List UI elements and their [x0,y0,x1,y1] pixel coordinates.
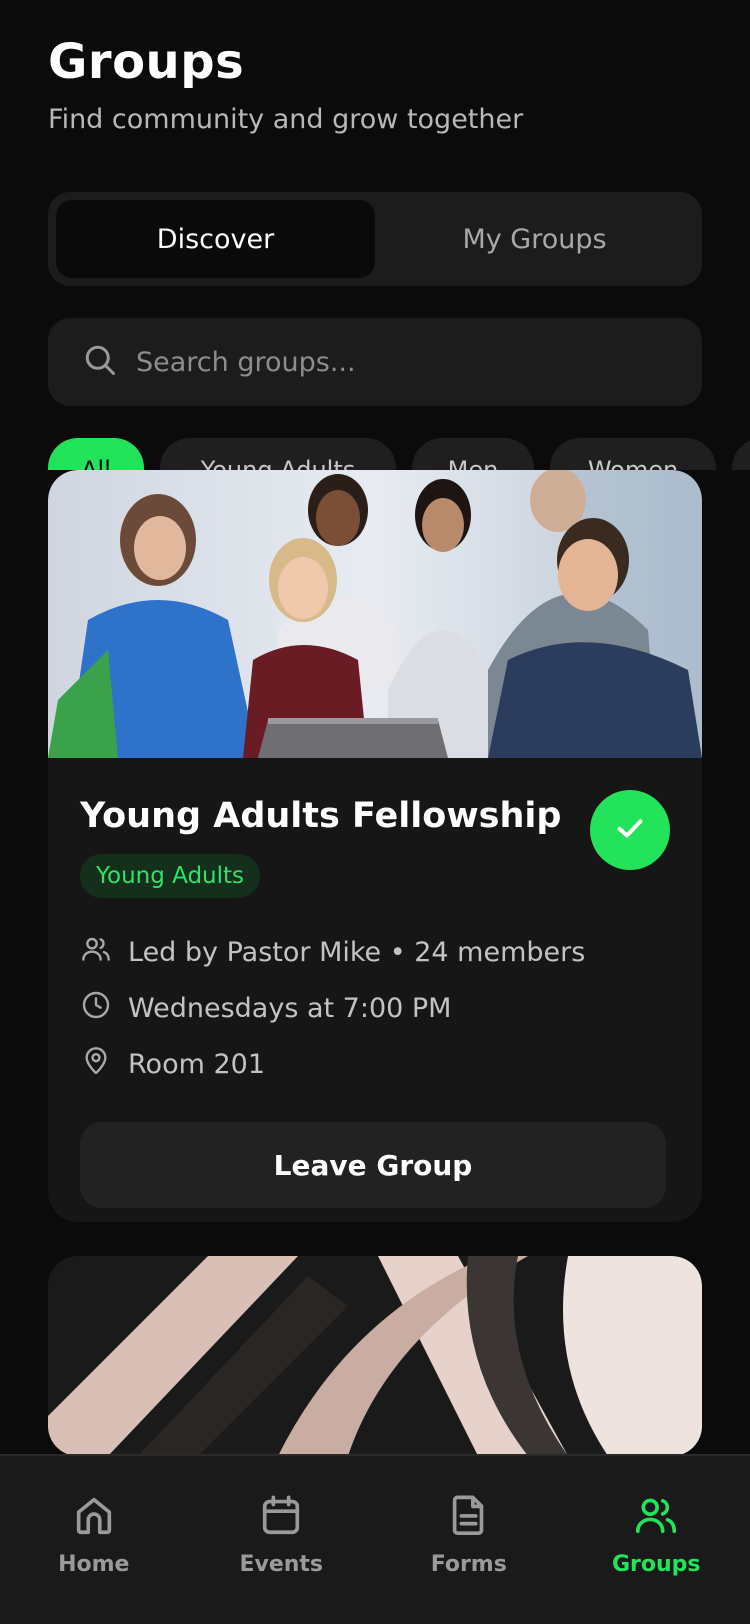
tab-home-label: Home [58,1552,130,1577]
tab-groups[interactable]: Groups [563,1456,750,1624]
chip-more[interactable] [732,438,750,470]
joined-check-button[interactable] [590,790,670,870]
group-leader-row: Led by Pastor Mike • 24 members [80,924,670,980]
group-photo [48,1256,702,1456]
search-icon [82,342,118,382]
tab-home[interactable]: Home [0,1456,188,1624]
group-card[interactable]: Young Adults Fellowship Young Adults Led… [48,470,702,1222]
group-card[interactable] [48,1256,702,1456]
tab-my-groups[interactable]: My Groups [375,200,694,278]
search-input[interactable] [136,346,656,378]
tab-groups-label: Groups [611,1552,701,1577]
clock-icon [80,989,128,1028]
map-pin-icon [80,1045,128,1084]
group-photo [48,470,702,758]
group-location: Room 201 [128,1048,266,1080]
users-icon [633,1492,679,1542]
tab-events[interactable]: Events [188,1456,376,1624]
page-title: Groups [48,34,245,90]
leave-group-button[interactable]: Leave Group [80,1122,666,1208]
group-leader-members: Led by Pastor Mike • 24 members [128,936,586,968]
bottom-tab-bar: Home Events Forms Groups [0,1454,750,1624]
users-icon [80,933,128,972]
filter-chips: All Young Adults Men Women [0,438,750,470]
group-info: Led by Pastor Mike • 24 members Wednesda… [80,924,670,1092]
chip-women[interactable]: Women [550,438,716,470]
tab-discover[interactable]: Discover [56,200,375,278]
group-schedule: Wednesdays at 7:00 PM [128,992,452,1024]
chip-all[interactable]: All [48,438,144,470]
document-icon [446,1492,492,1542]
tab-forms[interactable]: Forms [375,1456,563,1624]
search-bar[interactable] [48,318,702,406]
checkmark-icon [612,810,648,850]
page-header: Groups Find community and grow together [48,34,523,135]
group-category-badge: Young Adults [80,854,261,898]
group-location-row: Room 201 [80,1036,670,1092]
group-title: Young Adults Fellowship [80,796,562,836]
tab-events-label: Events [239,1552,324,1577]
home-icon [71,1492,117,1542]
segmented-control: Discover My Groups [48,192,702,286]
tab-forms-label: Forms [430,1552,507,1577]
calendar-icon [258,1492,304,1542]
group-schedule-row: Wednesdays at 7:00 PM [80,980,670,1036]
group-card-body: Young Adults Fellowship Young Adults Led… [48,758,702,1208]
page-subtitle: Find community and grow together [48,104,524,135]
chip-young-adults[interactable]: Young Adults [160,438,396,470]
chip-men[interactable]: Men [412,438,534,470]
